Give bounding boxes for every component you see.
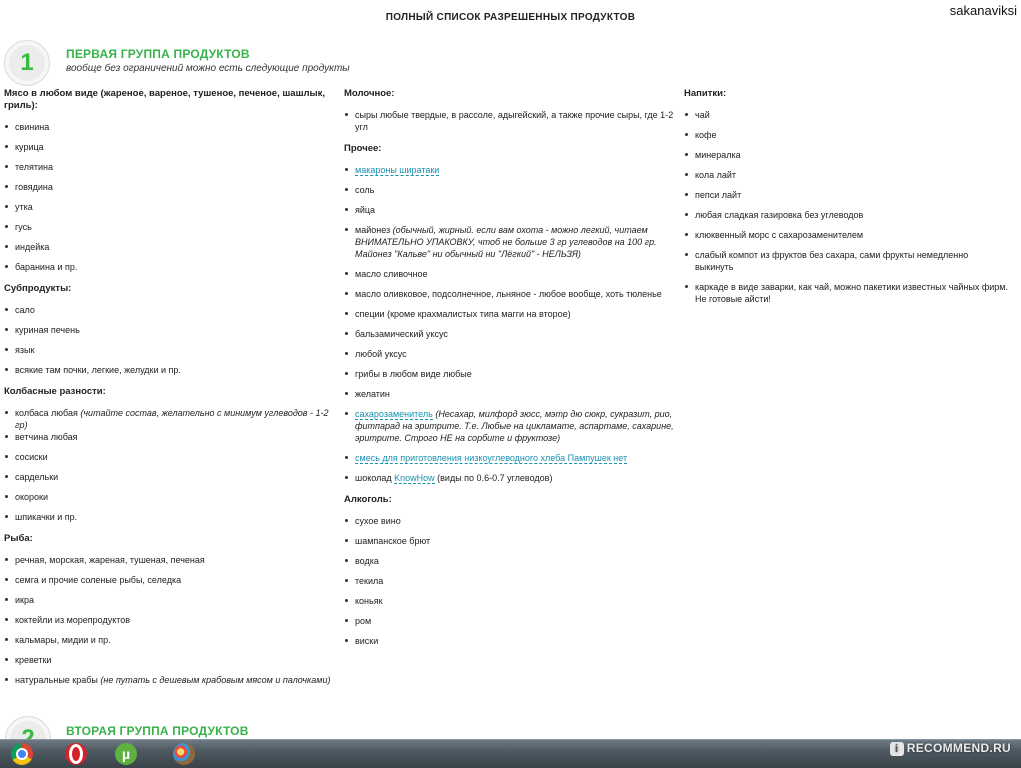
offal-heading: Субпродукты: (4, 283, 72, 294)
list-item: виски (344, 635, 674, 647)
list-item: индейка (4, 241, 334, 253)
list-item: сухое вино (344, 515, 674, 527)
meat-heading: Мясо в любом виде (жареное, вареное, туш… (4, 88, 326, 111)
recommend-logo-icon: i (889, 742, 904, 756)
other-list-mayo: майонез (обычный, жирный. если вам охота… (344, 224, 674, 260)
list-item: чай (684, 109, 1009, 121)
bread-mix-link[interactable]: смесь для приготовления низкоуглеводного… (355, 453, 628, 464)
list-item: минералка (684, 149, 1009, 161)
list-item: желатин (344, 388, 674, 400)
list-item: сосиски (4, 451, 334, 463)
list-item: шампанское брют (344, 535, 674, 547)
list-item: макароны ширатаки (344, 164, 674, 176)
list-item: водка (344, 555, 674, 567)
page-title: ПОЛНЫЙ СПИСОК РАЗРЕШЕННЫХ ПРОДУКТОВ (385, 12, 636, 23)
drinks-heading: Напитки: (684, 88, 727, 99)
meat-list: свинина курица телятина говядина утка гусь инд… (4, 121, 334, 273)
list-item: майонез (обычный, жирный. если вам охота… (344, 224, 674, 260)
list-item: кальмары, мидии и пр. (4, 634, 334, 646)
list-item: шоколад KnowHow (виды по 0.6-0.7 углевод… (344, 472, 674, 484)
list-item: куриная печень (4, 324, 334, 336)
fish-heading: Рыба: (4, 533, 33, 544)
list-item: текила (344, 575, 674, 587)
list-item: кофе (684, 129, 1009, 141)
list-item: любой уксус (344, 348, 674, 360)
sausage-list-rest: ветчина любая сосиски сардельки окороки шпик… (4, 431, 334, 523)
list-item: ветчина любая (4, 431, 334, 443)
list-item: слабый компот из фруктов без сахара, сам… (684, 249, 1009, 273)
group1-title: ПЕРВАЯ ГРУППА ПРОДУКТОВ (66, 47, 250, 61)
dairy-list: сыры любые твердые, в рассоле, адыгейски… (344, 109, 674, 133)
group1-subtitle: вообще без ограничений можно есть следую… (66, 63, 350, 74)
list-item: грибы в любом виде любые (344, 368, 674, 380)
list-item: любая сладкая газировка без углеводов (684, 209, 1009, 221)
column-meat-fish: Мясо в любом виде (жареное, вареное, туш… (4, 88, 334, 696)
list-item: масло сливочное (344, 268, 674, 280)
list-item: бальзамический уксус (344, 328, 674, 340)
list-item: специи (кроме крахмалистых типа магги на… (344, 308, 674, 320)
list-item: баранина и пр. (4, 261, 334, 273)
dairy-heading: Молочное: (344, 88, 395, 99)
list-item: масло оливковое, подсолнечное, льняное -… (344, 288, 674, 300)
list-item: ром (344, 615, 674, 627)
offal-list: сало куриная печень язык всякие там почки, … (4, 304, 334, 376)
username-label: sakanaviksi (949, 3, 1017, 18)
other-list-a: соль яйца (344, 184, 674, 216)
list-item: телятина (4, 161, 334, 173)
group1-number-badge: 1 (4, 40, 50, 86)
list-item: говядина (4, 181, 334, 193)
other-heading: Прочее: (344, 143, 382, 154)
list-item: пепси лайт (684, 189, 1009, 201)
other-list-b: масло сливочное масло оливковое, подсолне… (344, 268, 674, 400)
list-item: клюквенный морс с сахарозаменителем (684, 229, 1009, 241)
list-item: креветки (4, 654, 334, 666)
list-item: кола лайт (684, 169, 1009, 181)
list-item: икра (4, 594, 334, 606)
sausage-list: колбаса любая (читайте состав, желательн… (4, 407, 334, 431)
other-list: макароны ширатаки (344, 164, 674, 176)
alcohol-list: сухое вино шампанское брют водка текила конь… (344, 515, 674, 647)
column-dairy-other: Молочное: сыры любые твердые, в рассоле,… (344, 88, 674, 657)
knowhow-link[interactable]: KnowHow (394, 473, 435, 484)
list-item: гусь (4, 221, 334, 233)
fish-list: речная, морская, жареная, тушеная, печен… (4, 554, 334, 666)
list-item: шпикачки и пр. (4, 511, 334, 523)
list-item: сардельки (4, 471, 334, 483)
list-item: окороки (4, 491, 334, 503)
list-item: язык (4, 344, 334, 356)
column-drinks: Напитки: чай кофе минералка кола лайт пепси … (684, 88, 1009, 315)
list-item: колбаса любая (читайте состав, желательн… (4, 407, 334, 431)
taskbar: µ (0, 739, 1021, 768)
group2-title: ВТОРАЯ ГРУППА ПРОДУКТОВ (66, 724, 249, 738)
list-item: курица (4, 141, 334, 153)
list-item: натуральные крабы (не путать с дешевым к… (4, 674, 334, 686)
recommend-watermark: i RECOMMEND.RU (889, 741, 1011, 756)
list-item: каркаде в виде заварки, как чай, можно п… (684, 281, 1009, 305)
list-item: яйца (344, 204, 674, 216)
list-item: всякие там почки, легкие, желудки и пр. (4, 364, 334, 376)
paint-icon[interactable] (164, 742, 204, 766)
list-item: речная, морская, жареная, тушеная, печен… (4, 554, 334, 566)
list-item: сахарозаменитель (Несахар, милфорд зюсс,… (344, 408, 674, 444)
list-item: семга и прочие соленые рыбы, селедка (4, 574, 334, 586)
list-item: коктейли из морепродуктов (4, 614, 334, 626)
list-item: сыры любые твердые, в рассоле, адыгейски… (344, 109, 674, 133)
alcohol-heading: Алкоголь: (344, 494, 392, 505)
list-item: соль (344, 184, 674, 196)
chrome-icon[interactable] (2, 742, 42, 766)
sausage-heading: Колбасные разности: (4, 386, 106, 397)
fish-list-last: натуральные крабы (не путать с дешевым к… (4, 674, 334, 686)
list-item: утка (4, 201, 334, 213)
list-item: коньяк (344, 595, 674, 607)
sweetener-link[interactable]: сахарозаменитель (355, 409, 433, 420)
list-item: смесь для приготовления низкоуглеводного… (344, 452, 674, 464)
list-item: сало (4, 304, 334, 316)
shirataki-link[interactable]: макароны ширатаки (355, 165, 440, 176)
other-list-c: сахарозаменитель (Несахар, милфорд зюсс,… (344, 408, 674, 484)
list-item: свинина (4, 121, 334, 133)
utorrent-icon[interactable]: µ (106, 742, 146, 766)
opera-icon[interactable] (56, 742, 96, 766)
drinks-list: чай кофе минералка кола лайт пепси лайт любая… (684, 109, 1009, 305)
